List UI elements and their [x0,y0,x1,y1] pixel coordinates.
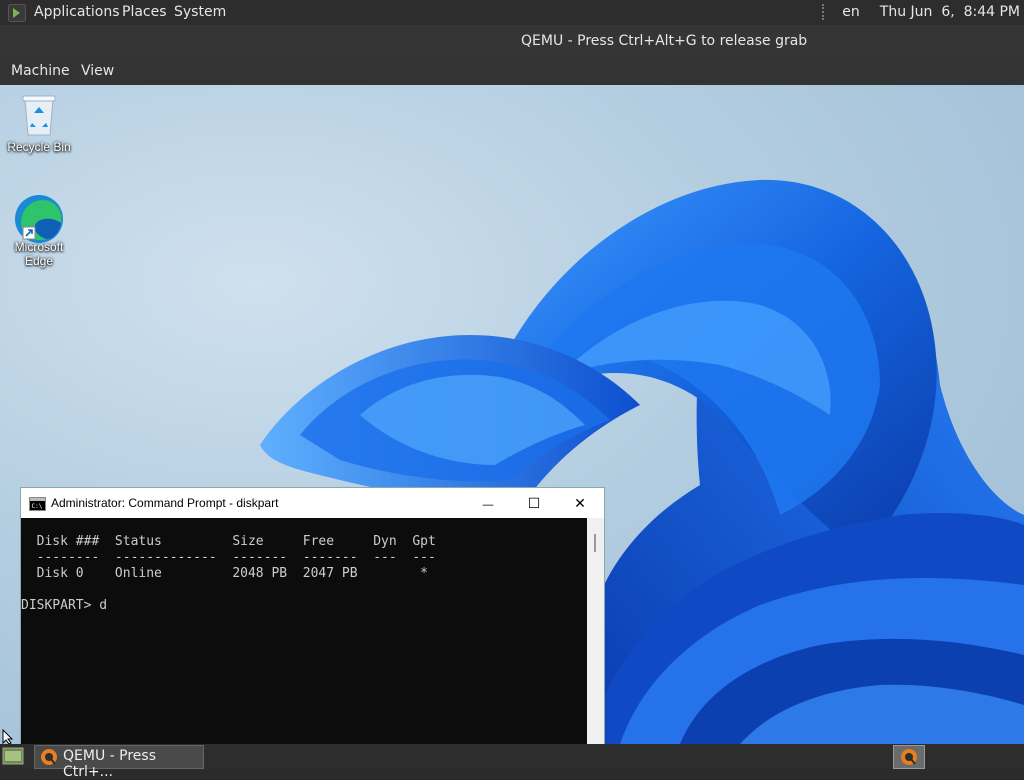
desktop-icon-microsoft-edge[interactable]: Microsoft Edge [1,193,77,268]
show-desktop-icon[interactable] [2,747,24,765]
desktop-icon-recycle-bin[interactable]: Recycle Bin [1,93,77,154]
keyboard-layout-indicator[interactable]: en [842,4,860,20]
qemu-icon [41,749,57,765]
bottom-panel: QEMU - Press Ctrl+... [0,744,1024,780]
terminal-logo-icon[interactable] [8,4,26,22]
cmd-line: Disk ### Status Size Free Dyn Gpt [21,534,436,549]
desktop-icon-label: Recycle Bin [7,140,71,154]
machine-menu[interactable]: Machine [11,63,70,79]
cmd-scrollbar[interactable] [587,518,604,744]
command-prompt-window[interactable]: C:\ Administrator: Command Prompt - disk… [20,487,605,744]
top-panel: Applications Places System en Thu Jun 6,… [0,0,1024,25]
places-menu[interactable]: Places [122,4,167,20]
edge-icon [15,195,63,243]
minimize-icon: — [482,499,494,511]
close-button[interactable]: ✕ [557,488,603,518]
system-menu[interactable]: System [174,4,226,20]
view-menu[interactable]: View [81,63,114,79]
taskbar-item-qemu[interactable]: QEMU - Press Ctrl+... [34,745,204,780]
cmd-console-output[interactable]: Disk ### Status Size Free Dyn Gpt ------… [21,518,587,744]
qemu-tray-icon [901,749,917,765]
taskbar-item-label: QEMU - Press Ctrl+... [63,748,156,780]
cmd-window-title: Administrator: Command Prompt - diskpart [51,496,279,510]
cmd-line: Disk 0 Online 2048 PB 2047 PB * [21,566,428,581]
cmd-app-icon: C:\ [29,497,46,511]
scrollbar-thumb[interactable] [594,534,596,552]
applications-menu[interactable]: Applications [34,4,120,20]
cmd-titlebar[interactable]: C:\ Administrator: Command Prompt - disk… [21,488,604,518]
clock[interactable]: Thu Jun 6, 8:44 PM [880,4,1020,20]
cmd-line: -------- ------------- ------- ------- -… [21,550,436,565]
minimize-button[interactable]: — [465,488,511,518]
svg-text:C:\: C:\ [32,503,43,510]
recycle-bin-icon [22,95,56,136]
panel-grip [822,4,828,20]
cmd-prompt-line: DISKPART> d [21,598,108,613]
qemu-window-titlebar: QEMU - Press Ctrl+Alt+G to release grab [0,25,1024,57]
tray-qemu-button[interactable] [893,745,925,769]
maximize-button[interactable]: ☐ [511,488,557,518]
guest-desktop: Recycle Bin Microsoft Edge C:\ Administr… [0,85,1024,744]
mouse-cursor-icon [2,729,14,744]
maximize-icon: ☐ [527,495,541,511]
close-icon: ✕ [574,495,586,511]
qemu-window-title: QEMU - Press Ctrl+Alt+G to release grab [521,33,808,49]
qemu-menubar: Machine View [0,57,1024,85]
